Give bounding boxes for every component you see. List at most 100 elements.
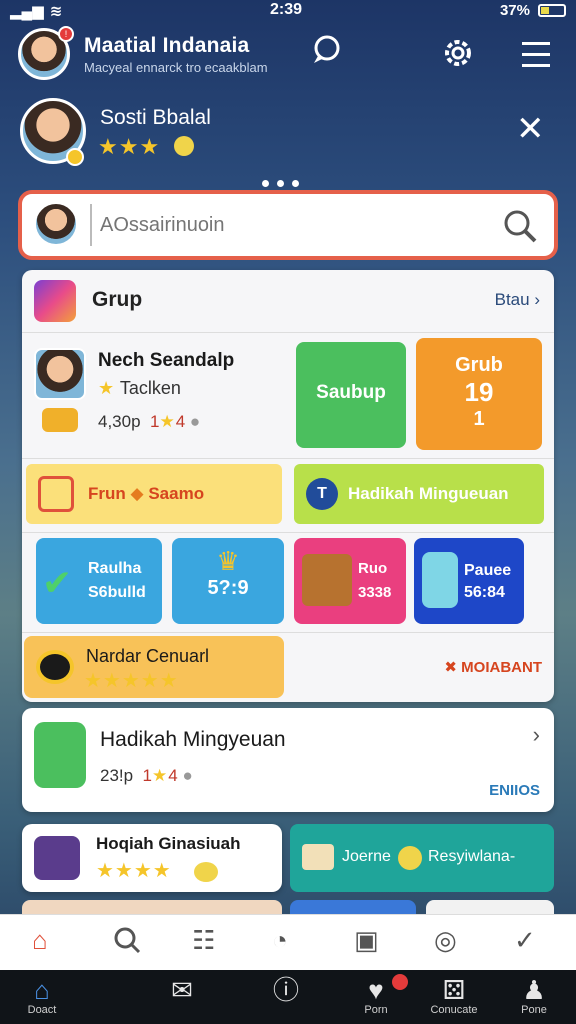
blue-tile-1-value: S6bulld <box>88 584 146 601</box>
banner-right-label: MOIABANT <box>461 659 542 676</box>
reward-link[interactable]: ENIIOS <box>489 782 540 799</box>
right-card-label-a: Joerne <box>342 848 391 865</box>
profile-name: Sosti Bbalal <box>100 106 211 129</box>
home-icon: ⌂ <box>34 975 50 1005</box>
group-link[interactable]: Btau › <box>495 290 540 310</box>
blue-tile-2[interactable]: ♛ 5?:9 <box>172 538 284 624</box>
search-bar <box>18 190 558 260</box>
profile-stars: ★★★ <box>98 134 161 159</box>
orange-tile-number: 19 <box>464 377 494 407</box>
reward-rank2: 4 <box>168 766 178 785</box>
fruit-label-row: Frun ◆ Saamo <box>88 484 204 504</box>
status-left: ▂▄▆ ≋ <box>10 2 62 20</box>
close-icon[interactable]: ✕ <box>516 112 545 146</box>
news-icon[interactable]: ☷ <box>192 925 215 956</box>
fruit-icon <box>38 476 74 512</box>
search-input[interactable] <box>100 207 490 243</box>
reward-stats: 23!p <box>100 766 134 785</box>
history-icon[interactable]: ◔ <box>272 925 288 956</box>
dice-icon: ⚄ <box>442 975 466 1005</box>
left-card-stars: ★★★★ <box>96 860 172 882</box>
support-icon[interactable]: ◎ <box>434 925 457 956</box>
divider <box>22 632 554 633</box>
nav-games-label: Conucate <box>430 1004 478 1016</box>
search-icon[interactable] <box>112 925 142 962</box>
divider <box>22 458 554 459</box>
coin-icon <box>398 846 422 870</box>
reward-card[interactable]: Hadikah Mingyeuan 23!p 1★4 ● › ENIIOS <box>22 708 554 812</box>
bottom-nav: ⌂ Doact ✉ ⓘ ♥ Porn ⚄ Conucate ♟ Pone <box>0 970 576 1024</box>
search-divider <box>90 204 92 246</box>
medal-icon: ● <box>182 766 193 785</box>
check-icon[interactable]: ✓ <box>514 925 536 956</box>
cross-icon: ✖ <box>444 659 457 676</box>
home-icon[interactable]: ⌂ <box>32 925 48 956</box>
nav-favorites-label: Porn <box>364 1004 388 1016</box>
fruit-tile[interactable]: Frun ◆ Saamo <box>26 464 282 524</box>
signal-icon: ▂▄▆ <box>10 3 44 20</box>
gift-tile[interactable]: T Hadikah Mingueuan <box>294 464 544 524</box>
star-icon: ★ <box>159 412 176 431</box>
fruit-extra: Saamo <box>148 484 205 503</box>
search-icon[interactable] <box>500 206 540 251</box>
orange-tile-sub: 1 <box>473 408 485 430</box>
featured-avatar <box>34 348 86 400</box>
group-icon <box>34 280 76 322</box>
nav-mail[interactable]: ✉ <box>152 976 212 1004</box>
mail-icon: ✉ <box>171 975 193 1005</box>
crown-icon: ♛ <box>216 546 240 576</box>
status-right: 37% <box>500 2 566 19</box>
banner-title: Nardar Cenuarl <box>86 646 210 666</box>
info-icon: ⓘ <box>272 975 299 1005</box>
right-bottom-card[interactable]: Joerne Resyiwlana- <box>290 824 554 892</box>
group-title: Grup <box>92 288 143 311</box>
left-card-title: Hoqiah Ginasiuah <box>96 834 241 853</box>
blue-tile-1[interactable]: ✔ Raulha S6bulld <box>36 538 162 624</box>
featured-name: Nech Seandalp <box>98 350 235 371</box>
apps-icon[interactable]: ▣ <box>354 925 379 956</box>
check-icon: ✔ <box>42 562 73 603</box>
star-icon: ★ <box>152 766 169 785</box>
notification-badge: ! <box>58 26 74 42</box>
right-card-label-b: Resyiwlana- <box>428 848 516 865</box>
navy-tile[interactable]: Pauee 56:84 <box>414 538 524 624</box>
pink-tile-value: 3338 <box>358 584 392 601</box>
status-bar: ▂▄▆ ≋ 2:39 37% <box>0 0 576 24</box>
hamburger-menu-icon[interactable] <box>522 42 550 67</box>
banner-stars: ★★★★★ <box>84 670 179 692</box>
gift-label: Hadikah Mingueuan <box>348 484 509 503</box>
basket-icon <box>302 554 352 606</box>
coin-badge-icon <box>66 148 84 166</box>
pink-tile[interactable]: Ruo 3338 <box>294 538 406 624</box>
blue-tile-1-title: Raulha <box>88 560 142 577</box>
bee-icon <box>36 650 74 684</box>
medal-icon: ● <box>189 412 201 431</box>
divider <box>22 532 554 533</box>
nav-games[interactable]: ⚄ Conucate <box>424 976 484 1016</box>
chevron-right-icon[interactable]: › <box>533 722 540 748</box>
page-indicator <box>262 180 299 187</box>
orange-tile[interactable]: Grub 19 1 <box>416 338 542 450</box>
banner-tile[interactable]: Nardar Cenuarl ★★★★★ <box>24 636 284 698</box>
battery-level <box>541 7 550 14</box>
featured-subtitle: Taclken <box>119 378 181 398</box>
nav-home[interactable]: ⌂ Doact <box>12 976 72 1016</box>
green-tile[interactable]: Saubup <box>296 342 406 448</box>
wifi-icon: ≋ <box>49 3 63 20</box>
gear-icon[interactable] <box>440 36 476 77</box>
navy-tile-title: Pauee <box>464 562 512 579</box>
banner-right-row[interactable]: ✖ MOIABANT <box>444 658 542 676</box>
nav-profile-label: Pone <box>521 1004 547 1016</box>
star-icon: ★ <box>98 378 116 398</box>
nav-profile[interactable]: ♟ Pone <box>504 976 564 1016</box>
gift-badge-icon: T <box>306 478 338 510</box>
search-avatar <box>34 202 78 246</box>
chat-bubble-icon[interactable] <box>308 34 344 73</box>
shield-icon: ◆ <box>130 484 144 503</box>
nav-info[interactable]: ⓘ <box>256 976 316 1004</box>
nav-home-label: Doact <box>27 1004 57 1016</box>
status-time: 2:39 <box>270 1 303 18</box>
box-icon <box>302 844 334 870</box>
left-bottom-card[interactable]: Hoqiah Ginasiuah ★★★★ <box>22 824 282 892</box>
potion-icon <box>422 552 458 608</box>
